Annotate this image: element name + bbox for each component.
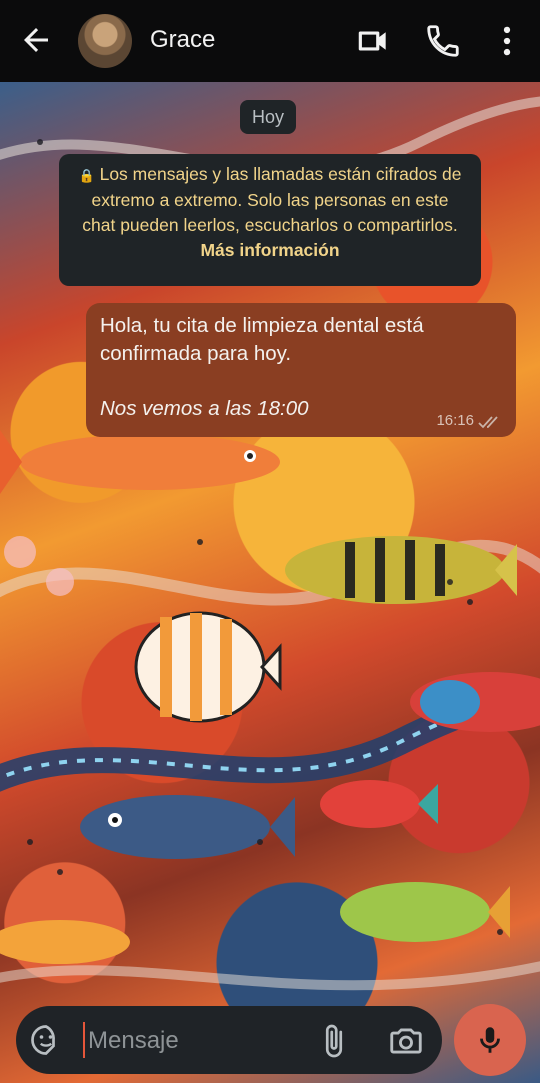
avatar[interactable] xyxy=(78,14,132,68)
encryption-notice-text: Los mensajes y las llamadas están cifrad… xyxy=(82,164,462,235)
camera-icon[interactable] xyxy=(386,1022,426,1060)
phone-icon[interactable] xyxy=(424,22,462,60)
date-chip: Hoy xyxy=(240,100,297,134)
mic-button[interactable] xyxy=(454,1004,526,1076)
contact-name[interactable]: Grace xyxy=(150,26,215,54)
message-time: 16:16 xyxy=(436,412,474,429)
chat-header: Grace xyxy=(0,0,540,82)
more-info-link[interactable]: Más información xyxy=(200,240,339,260)
message-text: Hola, tu cita de limpieza dental está co… xyxy=(100,314,424,365)
message-bubble[interactable]: Hola, tu cita de limpieza dental está co… xyxy=(86,303,516,437)
double-check-icon xyxy=(478,416,498,429)
encryption-notice[interactable]: 🔒 Los mensajes y las llamadas están cifr… xyxy=(59,154,481,286)
sticker-icon[interactable] xyxy=(28,1022,64,1058)
mic-icon xyxy=(480,1027,500,1053)
video-call-icon[interactable] xyxy=(354,22,392,60)
text-cursor xyxy=(83,1022,85,1058)
back-arrow-icon[interactable] xyxy=(18,22,54,58)
lock-icon: 🔒 xyxy=(78,168,95,183)
message-input[interactable] xyxy=(86,1022,310,1060)
attach-icon[interactable] xyxy=(316,1022,352,1060)
more-vert-icon[interactable] xyxy=(488,22,526,60)
